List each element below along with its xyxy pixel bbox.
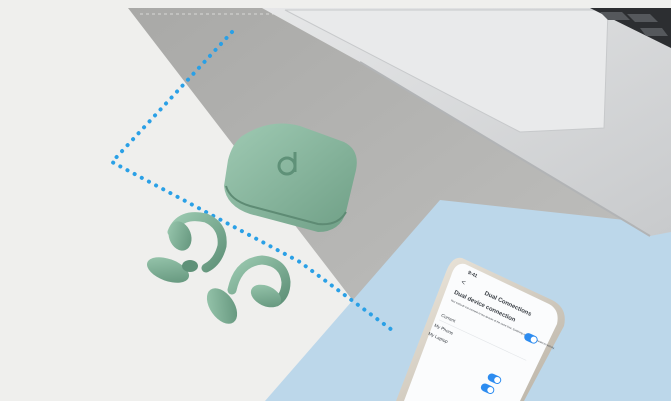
phone-screen: 9:41 < Dual Connections Dual device conn… — [428, 270, 556, 395]
back-button[interactable]: < — [460, 279, 467, 287]
toggle-extra-1[interactable] — [486, 372, 502, 385]
status-time: 9:41 — [467, 270, 479, 280]
toggle-extra-2[interactable] — [480, 382, 496, 395]
section-description: Your earbuds can connect to two devices … — [450, 298, 556, 350]
current-label: Current — [440, 313, 456, 324]
